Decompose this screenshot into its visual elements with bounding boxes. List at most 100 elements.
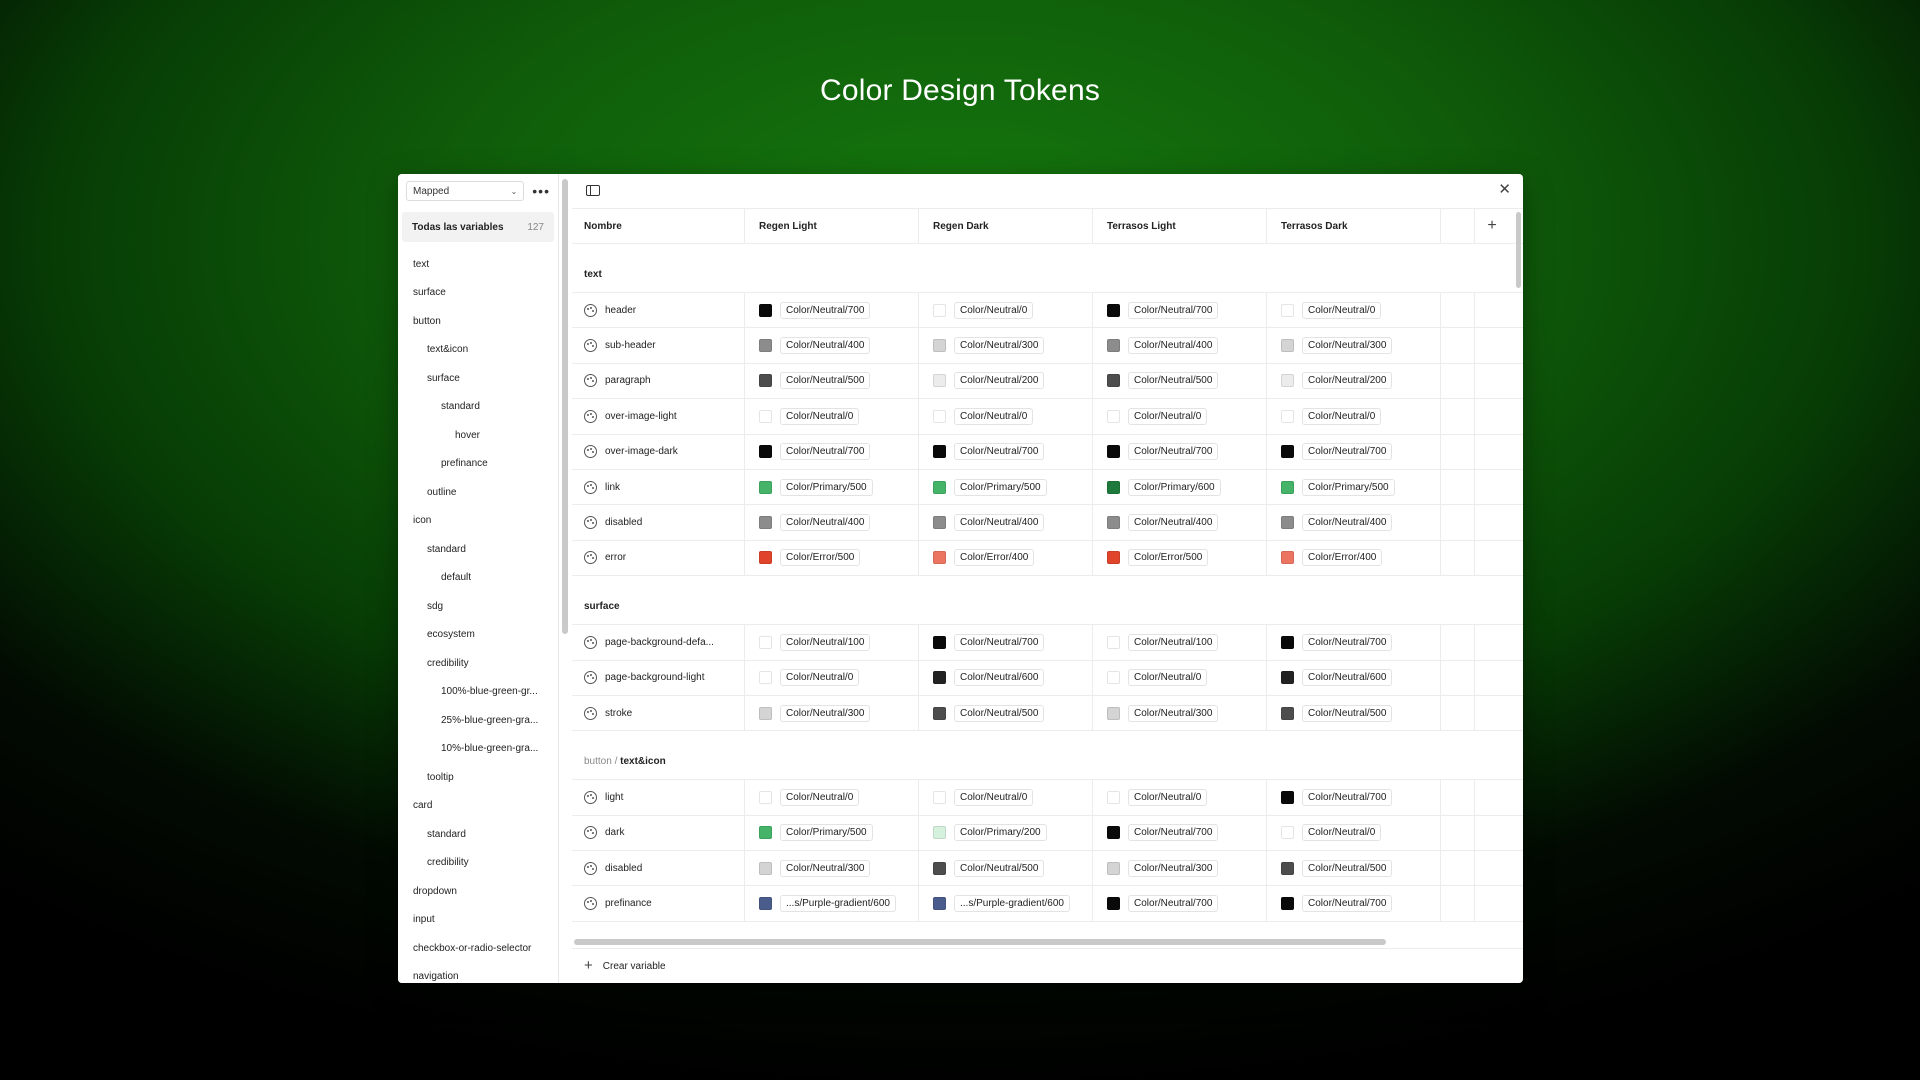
mode-value-cell[interactable]: Color/Primary/500 (919, 469, 1093, 505)
sidebar-group-item[interactable]: surface (398, 279, 558, 308)
mode-value-cell[interactable]: Color/Neutral/300 (1093, 695, 1267, 731)
mode-value-cell[interactable]: Color/Neutral/0 (1267, 293, 1441, 328)
mode-value-cell[interactable]: Color/Neutral/0 (745, 399, 919, 434)
all-variables-item[interactable]: Todas las variables 127 (402, 212, 554, 242)
table-row[interactable]: disabled Color/Neutral/300 Color/Neutral/5… (572, 851, 1523, 887)
alias-tag[interactable]: Color/Neutral/0 (954, 301, 1034, 319)
alias-tag[interactable]: Color/Neutral/300 (954, 337, 1045, 355)
table-row[interactable]: dark Color/Primary/500 Color/Primary/200 Co… (572, 815, 1523, 852)
mode-value-cell[interactable]: Color/Neutral/500 (1267, 695, 1441, 731)
alias-tag[interactable]: Color/Neutral/500 (1128, 372, 1219, 390)
alias-tag[interactable]: Color/Neutral/600 (954, 669, 1045, 687)
mode-value-cell[interactable]: Color/Neutral/300 (1267, 328, 1441, 363)
mode-value-cell[interactable]: Color/Neutral/0 (919, 293, 1093, 328)
alias-tag[interactable]: Color/Neutral/0 (780, 669, 860, 687)
column-header-mode[interactable]: Regen Dark (919, 209, 1093, 243)
sidebar-group-item[interactable]: standard (398, 820, 558, 849)
create-variable-button[interactable]: + Crear variable (572, 948, 1523, 983)
sidebar-group-item[interactable]: dropdown (398, 877, 558, 906)
variable-name-cell[interactable]: dark (572, 815, 745, 851)
table-row[interactable]: paragraph Color/Neutral/500 Color/Neutral/… (572, 363, 1523, 400)
variable-name-cell[interactable]: error (572, 540, 745, 576)
mode-value-cell[interactable]: Color/Neutral/700 (1267, 780, 1441, 815)
variable-name-cell[interactable]: over-image-dark (572, 434, 745, 469)
alias-tag[interactable]: Color/Neutral/700 (1128, 301, 1219, 319)
sidebar-group-item[interactable]: hover (398, 421, 558, 450)
variable-name-cell[interactable]: page-background-defa... (572, 625, 745, 660)
sidebar-group-item[interactable]: credibility (398, 649, 558, 678)
alias-tag[interactable]: Color/Neutral/0 (954, 788, 1034, 806)
table-row[interactable]: over-image-light Color/Neutral/0 Color/Neu… (572, 399, 1523, 435)
mode-value-cell[interactable]: Color/Neutral/100 (745, 625, 919, 660)
mode-value-cell[interactable]: Color/Neutral/500 (919, 695, 1093, 731)
variable-name-cell[interactable]: over-image-light (572, 399, 745, 434)
sidebar-group-item[interactable]: standard (398, 393, 558, 422)
mode-value-cell[interactable]: Color/Neutral/0 (1267, 399, 1441, 434)
alias-tag[interactable]: Color/Neutral/300 (1128, 704, 1219, 722)
table-row[interactable]: page-background-light Color/Neutral/0 Colo… (572, 660, 1523, 696)
alias-tag[interactable]: Color/Neutral/700 (780, 443, 871, 461)
alias-tag[interactable]: Color/Neutral/0 (1302, 407, 1382, 425)
table-row[interactable]: over-image-dark Color/Neutral/700 Color/Ne… (572, 434, 1523, 470)
mode-value-cell[interactable]: Color/Neutral/700 (1267, 625, 1441, 660)
alias-tag[interactable]: Color/Primary/500 (1302, 478, 1395, 496)
alias-tag[interactable]: ...s/Purple-gradient/600 (954, 895, 1070, 913)
alias-tag[interactable]: Color/Neutral/700 (954, 443, 1045, 461)
alias-tag[interactable]: Color/Neutral/500 (780, 372, 871, 390)
alias-tag[interactable]: Color/Neutral/0 (1128, 407, 1208, 425)
variable-name-cell[interactable]: prefinance (572, 886, 745, 921)
alias-tag[interactable]: Color/Neutral/700 (1128, 895, 1219, 913)
mode-value-cell[interactable]: Color/Neutral/0 (745, 780, 919, 815)
alias-tag[interactable]: Color/Neutral/400 (1302, 514, 1393, 532)
variable-name-cell[interactable]: header (572, 293, 745, 328)
alias-tag[interactable]: Color/Neutral/500 (954, 859, 1045, 877)
mode-value-cell[interactable]: Color/Neutral/400 (745, 328, 919, 363)
alias-tag[interactable]: Color/Primary/600 (1128, 478, 1221, 496)
mode-value-cell[interactable]: Color/Neutral/300 (1093, 851, 1267, 886)
mode-value-cell[interactable]: Color/Neutral/0 (1267, 815, 1441, 851)
mode-value-cell[interactable]: Color/Neutral/500 (919, 851, 1093, 886)
alias-tag[interactable]: Color/Neutral/0 (1302, 824, 1382, 842)
alias-tag[interactable]: Color/Neutral/400 (780, 514, 871, 532)
sidebar-group-item[interactable]: standard (398, 535, 558, 564)
mode-value-cell[interactable]: Color/Neutral/700 (1093, 434, 1267, 469)
close-icon[interactable]: ✕ (1498, 182, 1511, 197)
variable-name-cell[interactable]: link (572, 469, 745, 505)
alias-tag[interactable]: Color/Neutral/400 (1128, 337, 1219, 355)
more-options-icon[interactable]: ••• (532, 184, 550, 198)
column-header-mode[interactable]: Regen Light (745, 209, 919, 243)
mode-value-cell[interactable]: Color/Neutral/200 (919, 363, 1093, 399)
horizontal-scrollbar[interactable] (574, 939, 1386, 945)
sidebar-group-item[interactable]: ecosystem (398, 621, 558, 650)
mode-value-cell[interactable]: Color/Neutral/500 (1267, 851, 1441, 886)
sidebar-group-item[interactable]: navigation (398, 963, 558, 984)
mode-value-cell[interactable]: Color/Neutral/700 (919, 434, 1093, 469)
mode-value-cell[interactable]: Color/Error/500 (745, 540, 919, 576)
sidebar-group-item[interactable]: 10%-blue-green-gra... (398, 735, 558, 764)
collection-select[interactable]: Mapped ⌄ (406, 181, 525, 201)
alias-tag[interactable]: Color/Neutral/700 (1128, 443, 1219, 461)
alias-tag[interactable]: Color/Neutral/700 (1302, 788, 1393, 806)
table-row[interactable]: header Color/Neutral/700 Color/Neutral/0 Co… (572, 293, 1523, 329)
alias-tag[interactable]: Color/Neutral/300 (1302, 337, 1393, 355)
sidebar-group-item[interactable]: 25%-blue-green-gra... (398, 706, 558, 735)
sidebar-group-item[interactable]: tooltip (398, 763, 558, 792)
mode-value-cell[interactable]: Color/Neutral/700 (745, 293, 919, 328)
alias-tag[interactable]: Color/Neutral/0 (780, 788, 860, 806)
mode-value-cell[interactable]: Color/Neutral/0 (745, 660, 919, 695)
mode-value-cell[interactable]: Color/Neutral/100 (1093, 625, 1267, 660)
alias-tag[interactable]: Color/Neutral/500 (954, 704, 1045, 722)
alias-tag[interactable]: Color/Neutral/700 (1128, 824, 1219, 842)
table-row[interactable]: light Color/Neutral/0 Color/Neutral/0 Color… (572, 780, 1523, 816)
mode-value-cell[interactable]: Color/Neutral/700 (1267, 886, 1441, 921)
alias-tag[interactable]: Color/Error/500 (780, 549, 861, 567)
alias-tag[interactable]: Color/Primary/500 (954, 478, 1047, 496)
mode-value-cell[interactable]: ...s/Purple-gradient/600 (919, 886, 1093, 921)
sidebar-group-item[interactable]: credibility (398, 849, 558, 878)
column-header-mode[interactable]: Terrasos Dark (1267, 209, 1441, 243)
table-row[interactable]: page-background-defa... Color/Neutral/100… (572, 625, 1523, 661)
alias-tag[interactable]: Color/Neutral/200 (954, 372, 1045, 390)
variable-name-cell[interactable]: disabled (572, 851, 745, 886)
mode-value-cell[interactable]: Color/Neutral/700 (919, 625, 1093, 660)
mode-value-cell[interactable]: Color/Neutral/300 (745, 695, 919, 731)
